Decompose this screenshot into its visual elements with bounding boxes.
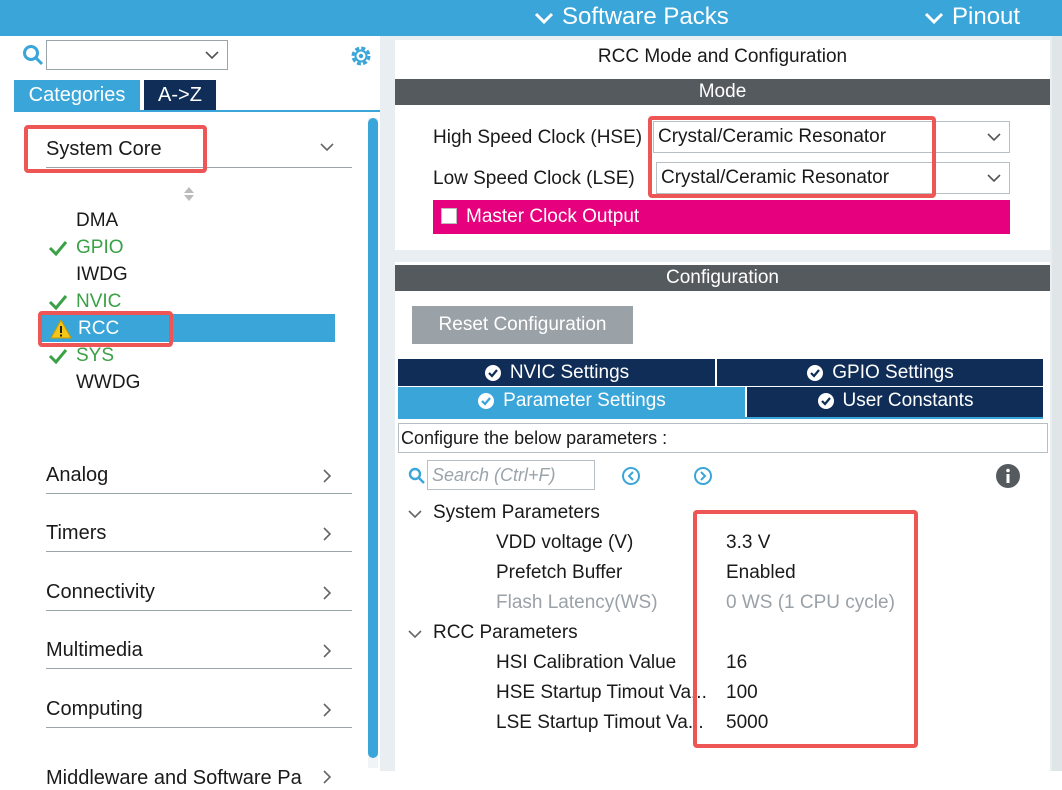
pinout-menu[interactable]: Pinout (924, 1, 1020, 33)
highlight-box-clock-select (648, 116, 936, 198)
check-circle-icon (807, 364, 824, 381)
page-title: RCC Mode and Configuration (597, 46, 848, 67)
tab-label: NVIC Settings (509, 362, 630, 383)
category-search-field[interactable] (49, 41, 203, 69)
hse-label: High Speed Clock (HSE) (433, 127, 643, 148)
info-icon[interactable] (995, 463, 1021, 489)
param-name-flash-latency: Flash Latency(WS) (496, 592, 658, 613)
chevron-down-icon (924, 12, 944, 24)
category-label: Multimedia (46, 639, 143, 661)
next-icon[interactable] (693, 466, 713, 486)
chevron-down-icon (534, 12, 554, 24)
list-item-dma[interactable]: DMA (76, 207, 118, 234)
list-item-iwdg[interactable]: IWDG (76, 261, 128, 288)
tab-label: User Constants (842, 390, 974, 411)
param-name-prefetch-buffer: Prefetch Buffer (496, 562, 623, 583)
tab-parameter-settings[interactable]: Parameter Settings (398, 387, 745, 417)
chevron-down-icon (987, 174, 1001, 183)
previous-icon[interactable] (621, 466, 641, 486)
chevron-down-icon[interactable] (408, 627, 422, 641)
chevron-right-icon (323, 586, 332, 600)
param-name-hse-startup: HSE Startup Timout Va... (496, 682, 707, 703)
search-icon (23, 45, 44, 66)
tab-gpio-settings[interactable]: GPIO Settings (717, 359, 1043, 386)
master-clock-output-checkbox[interactable] (441, 208, 457, 224)
chevron-right-icon (323, 527, 332, 541)
software-packs-menu[interactable]: Software Packs (534, 1, 729, 33)
chevron-right-icon (323, 644, 332, 658)
tab-a-to-z[interactable]: A->Z (144, 80, 216, 110)
group-system-parameters[interactable]: System Parameters (433, 502, 600, 524)
master-clock-output-label: Master Clock Output (466, 206, 640, 227)
tab-label: GPIO Settings (832, 362, 954, 383)
list-item-wwdg[interactable]: WWDG (76, 369, 140, 396)
category-middleware[interactable]: Middleware and Software Pa (46, 740, 352, 789)
search-icon (408, 467, 425, 484)
param-name-hsi-calibration: HSI Calibration Value (496, 652, 677, 673)
chevron-down-icon[interactable] (408, 507, 422, 521)
list-item-sys[interactable]: SYS (76, 342, 114, 369)
reset-configuration-button[interactable]: Reset Configuration (412, 306, 633, 344)
tab-nvic-settings[interactable]: NVIC Settings (398, 359, 715, 386)
right-scroll-edge[interactable] (1052, 36, 1062, 771)
highlight-box-system-core (24, 125, 207, 173)
check-icon (48, 295, 68, 311)
check-circle-icon (484, 364, 501, 381)
param-name-lse-startup: LSE Startup Timout Va... (496, 712, 704, 733)
tabs-underline (398, 417, 1043, 419)
lse-label: Low Speed Clock (LSE) (433, 168, 635, 189)
list-item-gpio[interactable]: GPIO (76, 234, 124, 261)
param-name-vdd-voltage: VDD voltage (V) (496, 532, 634, 553)
category-multimedia[interactable]: Multimedia (46, 625, 352, 669)
sort-icon[interactable] (183, 186, 195, 202)
category-label: Computing (46, 698, 143, 720)
parameters-description: Configure the below parameters : (398, 423, 1048, 453)
category-search-input[interactable] (46, 40, 228, 70)
chevron-down-icon (987, 133, 1001, 142)
tab-label: Parameter Settings (503, 390, 666, 411)
chevron-right-icon (323, 469, 332, 483)
category-connectivity[interactable]: Connectivity (46, 567, 352, 611)
tab-categories[interactable]: Categories (14, 80, 140, 110)
category-analog[interactable]: Analog (46, 450, 352, 494)
mode-header: Mode (395, 79, 1050, 105)
scrollbar-thumb[interactable] (368, 118, 378, 758)
chevron-down-icon[interactable] (205, 50, 219, 60)
check-circle-icon (817, 392, 834, 409)
chevron-right-icon (323, 770, 332, 784)
category-computing[interactable]: Computing (46, 684, 352, 728)
category-label: Connectivity (46, 581, 155, 603)
tab-user-constants[interactable]: User Constants (747, 387, 1043, 417)
pinout-label: Pinout (952, 3, 1021, 30)
top-menu-bar (0, 0, 1062, 36)
check-circle-icon (478, 392, 495, 409)
software-packs-label: Software Packs (562, 3, 729, 30)
group-rcc-parameters[interactable]: RCC Parameters (433, 622, 578, 644)
category-label: Analog (46, 464, 109, 486)
configuration-header: Configuration (395, 265, 1050, 291)
master-clock-output-row[interactable]: Master Clock Output (433, 200, 1010, 234)
parameter-search-input[interactable]: Search (Ctrl+F) (427, 460, 595, 490)
chevron-right-icon (323, 703, 332, 717)
chevron-down-icon (320, 143, 334, 152)
category-timers[interactable]: Timers (46, 508, 352, 552)
tabs-underline (14, 110, 380, 112)
category-label: Timers (46, 522, 107, 544)
check-icon (48, 241, 68, 257)
gear-icon[interactable] (348, 43, 374, 69)
check-icon (48, 349, 68, 365)
highlight-box-parameter-values (693, 510, 918, 748)
category-label: Middleware and Software Pa (46, 767, 302, 789)
